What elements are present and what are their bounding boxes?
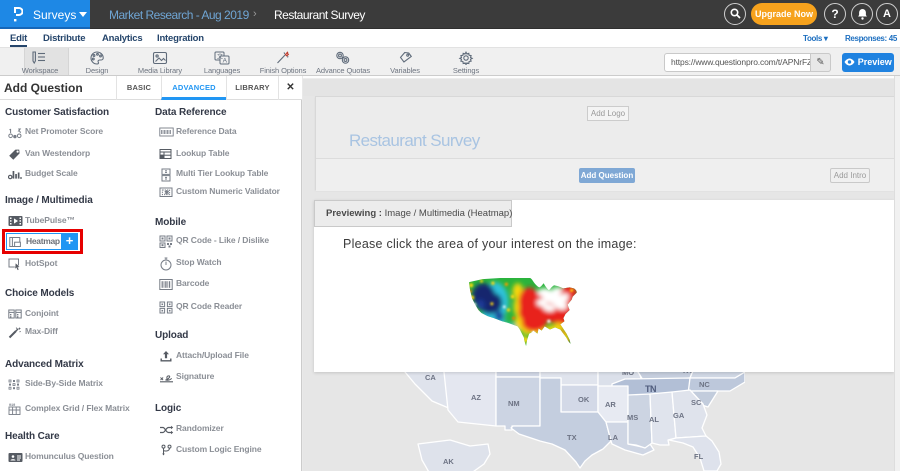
- svg-text:010: 010: [9, 404, 15, 408]
- svg-text:TN: TN: [645, 384, 656, 394]
- svg-text:LA: LA: [608, 433, 619, 442]
- svg-text:FL: FL: [694, 452, 704, 461]
- svg-text:TX: TX: [567, 433, 577, 442]
- svg-text:NC: NC: [699, 380, 710, 389]
- svg-text:AZ: AZ: [471, 393, 481, 402]
- svg-text:GA: GA: [673, 411, 685, 420]
- svg-text:OK: OK: [578, 395, 590, 404]
- svg-text:AL: AL: [649, 415, 659, 424]
- svg-text:A: A: [223, 58, 228, 65]
- svg-text:AR: AR: [605, 400, 616, 409]
- svg-text:AK: AK: [443, 457, 454, 466]
- svg-text:CA: CA: [425, 373, 436, 382]
- svg-text:SC: SC: [691, 398, 702, 407]
- svg-text:✱: ✱: [164, 190, 169, 197]
- svg-text:NM: NM: [508, 399, 520, 408]
- svg-text:MS: MS: [627, 413, 638, 422]
